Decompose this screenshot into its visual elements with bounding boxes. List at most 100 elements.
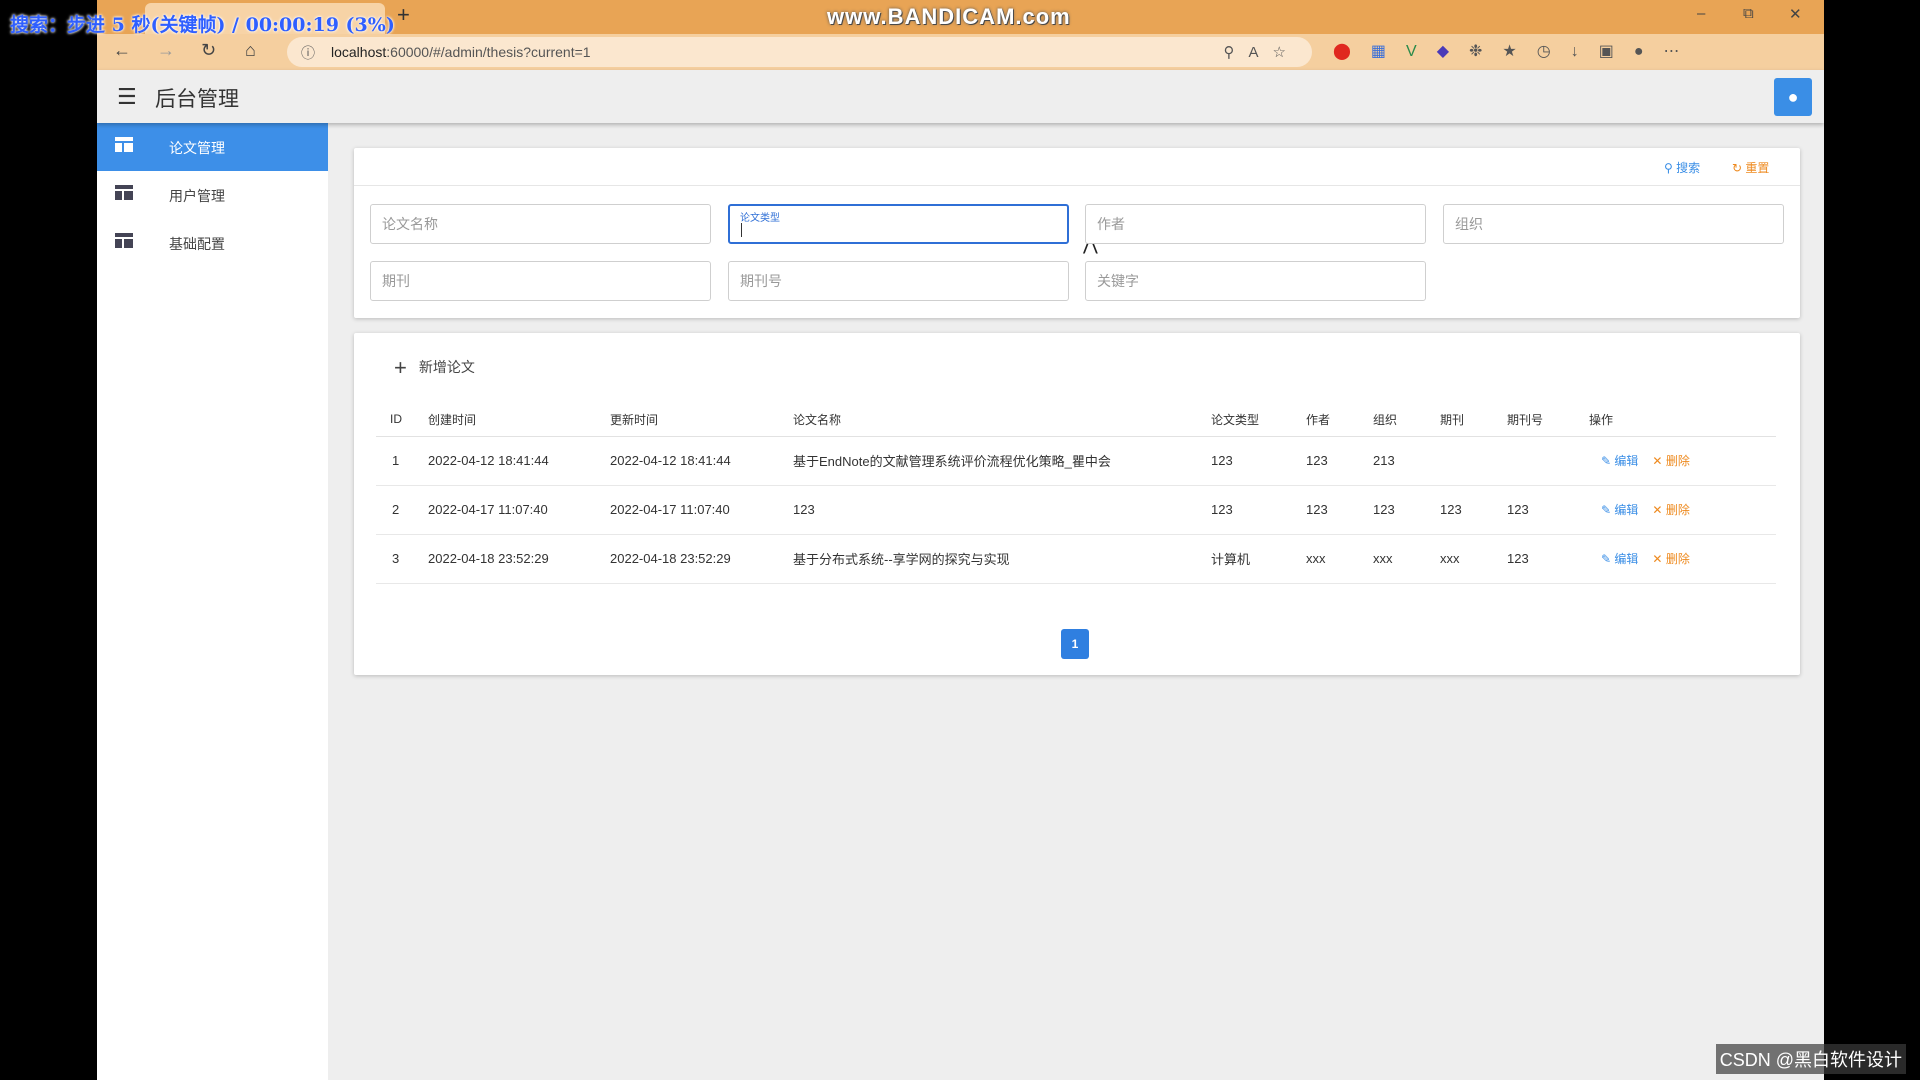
home-icon[interactable]: ⌂ [245,40,256,61]
thesis-name-field[interactable] [370,204,711,244]
cell-id: 2 [376,485,428,535]
search-button[interactable]: ⚲ 搜索 [1664,159,1700,176]
author-field[interactable] [1085,204,1426,244]
column-header: 创建时间 [428,403,610,437]
more-menu-icon[interactable]: ⋯ [1664,43,1700,60]
profile-icon[interactable]: ● [1634,43,1664,60]
vue-extension-icon[interactable]: V [1406,43,1437,60]
url-text[interactable]: localhost:60000/#/admin/thesis?current=1 [331,44,591,60]
column-header: 期刊 [1440,403,1507,437]
cell-actions: ✎ 编辑 ✕ 删除 [1589,485,1776,535]
address-actions: ⚲A☆ [1224,43,1300,61]
menu-toggle-icon[interactable]: ☰ [117,84,137,110]
keyword-input[interactable] [1086,262,1425,300]
adblock-extension-icon[interactable]: ⬤ [1333,43,1371,60]
pencil-icon: ✎ [1601,503,1612,517]
column-header: 论文类型 [1211,403,1306,437]
extension-badge-icon[interactable]: ◆ [1437,43,1469,60]
cell-actions: ✎ 编辑 ✕ 删除 [1589,436,1776,486]
cell-journal [1440,436,1507,486]
cell-updated: 2022-04-17 11:07:40 [610,485,793,535]
cell-created: 2022-04-12 18:41:44 [428,436,610,486]
column-header: 期刊号 [1507,403,1589,437]
reload-icon[interactable]: ↻ [201,40,216,61]
user-account-button[interactable]: ● [1774,78,1812,116]
keyword-field[interactable] [1085,261,1426,301]
app-bar: ☰ 后台管理 ● [97,70,1824,123]
journal-no-field[interactable] [728,261,1069,301]
text-caret [741,223,742,237]
cell-thesis-name: 基于EndNote的文献管理系统评价流程优化策略_瞿中会 [793,436,1211,486]
edit-label: 编辑 [1614,552,1639,566]
pencil-icon: ✎ [1601,454,1612,468]
pagination-page-button[interactable]: 1 [1061,629,1089,659]
extensions-puzzle-icon[interactable]: ❉ [1469,43,1502,60]
url-path: :60000/#/admin/thesis?current=1 [386,44,591,60]
translate-extension-icon[interactable]: ▦ [1371,43,1406,60]
sidebar-item-config[interactable]: 基础配置 [97,219,328,267]
close-window-button[interactable]: ✕ [1789,5,1802,23]
favorites-icon[interactable]: ★ [1502,43,1536,60]
cell-updated: 2022-04-18 23:52:29 [610,534,793,584]
screen: 搜索：步进 5 秒(关键帧) / 00:00:19 (3%) + www.BAN… [0,0,1920,1080]
journal-input[interactable] [371,262,710,300]
author-input[interactable] [1086,205,1425,243]
thesis-type-field[interactable]: 论文类型 ⋀ [728,204,1098,254]
sidebar-item-label: 用户管理 [169,188,225,204]
cell-thesis-name: 基于分布式系统--享学网的探究与实现 [793,534,1211,584]
reset-button[interactable]: ↻ 重置 [1732,159,1769,176]
delete-button[interactable]: ✕ 删除 [1652,552,1689,566]
thesis-name-input[interactable] [371,205,710,243]
organization-input[interactable] [1444,205,1783,243]
site-info-icon[interactable]: ⓘ [301,43,315,63]
organization-field[interactable] [1443,204,1784,244]
edit-button[interactable]: ✎ 编辑 [1601,454,1638,468]
search-panel-header: ⚲ 搜索 ↻ 重置 [354,148,1800,186]
back-icon[interactable]: ← [113,40,131,61]
forward-icon[interactable]: → [157,40,175,61]
app-title: 后台管理 [155,88,239,111]
sidebar-item-users[interactable]: 用户管理 [97,171,328,219]
journal-no-input[interactable] [729,262,1068,300]
collections-icon[interactable]: ▣ [1599,43,1634,60]
maximize-button[interactable]: ⧉ [1743,5,1754,22]
add-thesis-label: 新增论文 [418,359,475,375]
column-header: 更新时间 [610,403,793,437]
table-header-row: ID 创建时间 更新时间 论文名称 论文类型 作者 组织 期刊 期刊号 操作 [376,403,1776,437]
sidebar: 论文管理 用户管理 基础配置 [97,123,328,1080]
new-tab-button[interactable]: + [397,2,410,28]
add-thesis-button[interactable]: + 新增论文 [394,355,475,381]
favorite-star-icon[interactable]: ☆ [1273,44,1300,61]
delete-label: 删除 [1665,552,1690,566]
cell-actions: ✎ 编辑 ✕ 删除 [1589,534,1776,584]
close-icon: ✕ [1652,454,1663,468]
table-row: 1 2022-04-12 18:41:44 2022-04-12 18:41:4… [376,436,1776,486]
search-button-label: 搜索 [1676,161,1701,175]
minimize-button[interactable]: – [1697,5,1705,22]
download-icon[interactable]: ↓ [1571,43,1599,60]
edit-label: 编辑 [1614,503,1639,517]
read-aloud-icon[interactable]: A [1249,44,1273,61]
sidebar-item-thesis[interactable]: 论文管理 [97,123,328,171]
key-icon[interactable]: ⚲ [1224,44,1249,61]
cell-organization: xxx [1373,534,1440,584]
cell-organization: 213 [1373,436,1440,486]
edit-button[interactable]: ✎ 编辑 [1601,552,1638,566]
cell-journal-no: 123 [1507,485,1589,535]
cell-journal: 123 [1440,485,1507,535]
edit-button[interactable]: ✎ 编辑 [1601,503,1638,517]
delete-button[interactable]: ✕ 删除 [1652,454,1689,468]
sidebar-item-label: 论文管理 [169,140,225,156]
journal-field[interactable] [370,261,711,301]
delete-button[interactable]: ✕ 删除 [1652,503,1689,517]
dashboard-icon [115,137,133,152]
close-icon: ✕ [1652,503,1663,517]
cell-journal: xxx [1440,534,1507,584]
address-bar[interactable]: ⓘ localhost:60000/#/admin/thesis?current… [287,37,1312,67]
column-header: 作者 [1306,403,1373,437]
dashboard-icon [115,185,133,200]
url-host: localhost [331,44,387,60]
cell-journal-no [1507,436,1589,486]
reset-button-label: 重置 [1745,161,1770,175]
history-icon[interactable]: ◷ [1537,43,1571,60]
